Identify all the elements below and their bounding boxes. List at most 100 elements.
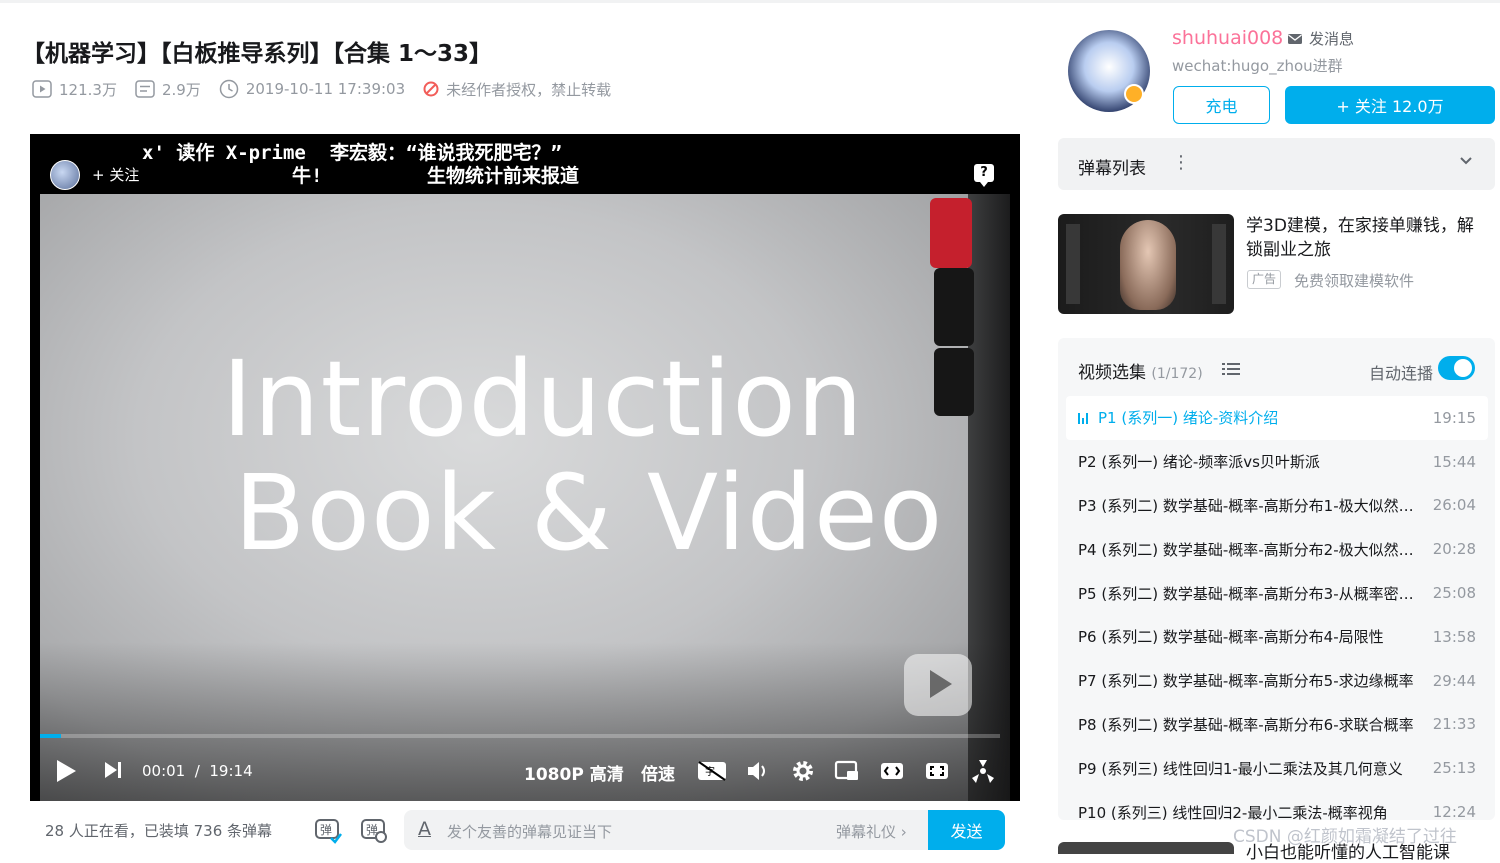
copyright-text: 未经作者授权，禁止转载 [446, 80, 612, 99]
episode-duration: 26:04 [1432, 496, 1476, 515]
episode-list-panel: 视频选集 (1/172) 自动连播 P1 (系列一) 绪论-资料介绍 19:15… [1058, 338, 1495, 820]
danmaku-settings-icon: 弹 [361, 819, 387, 843]
episode-item[interactable]: P9 (系列三) 线性回归1-最小二乘法及其几何意义 25:13 [1066, 746, 1488, 790]
next-episode-button[interactable] [104, 761, 122, 779]
player-controls: 00:01 / 19:14 1080P 高清 倍速 字 [30, 746, 1020, 796]
episode-name: P4 (系列二) 数学基础-概率-高斯分布2-极大似然估计 [1078, 540, 1429, 559]
uploader-avatar[interactable] [1068, 30, 1150, 112]
time-separator: / [190, 762, 205, 780]
episode-name: P10 (系列三) 线性回归2-最小二乘法-概率视角 [1078, 803, 1388, 820]
follow-button[interactable]: + 关注 12.0万 [1285, 86, 1495, 124]
whiteboard-marker [934, 268, 974, 346]
episode-item[interactable]: P5 (系列二) 数学基础-概率-高斯分布3-从概率密度角度 25:08 [1066, 571, 1488, 615]
ad-title[interactable]: 学3D建模，在家接单赚钱，解锁副业之旅 [1246, 214, 1486, 262]
danmaku-style-icon[interactable]: A [418, 818, 431, 840]
ad-image-panel [1212, 224, 1226, 304]
danmaku-send-bar: 28 人正在看，已装填 736 条弹幕 弹 弹 A 发个友善的弹幕见证当下 弹幕… [30, 808, 1020, 852]
episode-item[interactable]: P7 (系列二) 数学基础-概率-高斯分布5-求边缘概率 29:44 [1066, 659, 1488, 703]
danmaku-stat: 2.9万 [135, 79, 201, 100]
danmaku-count-icon [135, 80, 155, 98]
speed-selector[interactable]: 倍速 [641, 760, 675, 785]
danmaku-list-label: 弹幕列表 [1078, 159, 1146, 179]
danmaku-item: x' 读作 X-prime [142, 142, 306, 164]
publish-time-text: 2019-10-11 17:39:03 [245, 80, 406, 98]
progress-bar[interactable] [40, 734, 1000, 738]
whiteboard-eraser [930, 198, 972, 268]
copyright-note: 未经作者授权，禁止转载 [423, 79, 611, 100]
views-count: 121.3万 [59, 80, 117, 99]
player-uploader-avatar[interactable] [50, 160, 80, 190]
episode-name: P9 (系列三) 线性回归1-最小二乘法及其几何意义 [1078, 759, 1403, 778]
web-fullscreen-button[interactable] [924, 759, 950, 783]
danmaku-toggle[interactable]: 弹 [314, 816, 342, 844]
episode-item[interactable]: P3 (系列二) 数学基础-概率-高斯分布1-极大似然估计 26:04 [1066, 484, 1488, 528]
charge-button[interactable]: 充电 [1173, 86, 1270, 124]
fullscreen-button[interactable] [970, 758, 996, 784]
chevron-down-icon[interactable] [1459, 156, 1473, 166]
episode-count: (1/172) [1151, 366, 1203, 382]
episode-name: P6 (系列二) 数学基础-概率-高斯分布4-局限性 [1078, 628, 1384, 647]
gear-icon [793, 761, 813, 781]
episode-duration: 13:58 [1432, 627, 1476, 646]
volume-button[interactable] [746, 759, 770, 783]
quality-selector[interactable]: 1080P 高清 [524, 760, 624, 785]
watermark: CSDN @红颜如霜凝结了过往 [1233, 827, 1457, 847]
picture-in-picture-button[interactable] [834, 759, 860, 783]
views-stat: 121.3万 [32, 79, 117, 100]
subtitle-toggle[interactable]: 字 [696, 759, 728, 783]
volume-icon [748, 762, 765, 780]
danmaku-on-icon: 弹 [315, 819, 342, 844]
autoplay-toggle[interactable] [1438, 356, 1475, 380]
video-player[interactable]: Introduction Book & Video + 关注 ? x' 读作 X… [30, 134, 1020, 801]
ad-badge: 广告 [1247, 270, 1282, 289]
current-time: 00:01 [142, 762, 186, 780]
episode-item[interactable]: P4 (系列二) 数学基础-概率-高斯分布2-极大似然估计 20:28 [1066, 527, 1488, 571]
episode-name: P3 (系列二) 数学基础-概率-高斯分布1-极大似然估计 [1078, 496, 1429, 515]
autoplay-label: 自动连播 [1368, 364, 1433, 383]
slide-line-2: Book & Video [234, 452, 944, 574]
danmaku-settings[interactable]: 弹 [360, 816, 388, 844]
slide-line-1: Introduction [222, 338, 864, 460]
time-display: 00:01 / 19:14 [142, 762, 253, 780]
episode-item[interactable]: P1 (系列一) 绪论-资料介绍 19:15 [1066, 396, 1488, 440]
player-follow-button[interactable]: + 关注 [92, 164, 139, 185]
episode-item[interactable]: P8 (系列二) 数学基础-概率-高斯分布6-求联合概率 21:33 [1066, 703, 1488, 747]
ad-thumbnail[interactable] [1058, 214, 1234, 314]
publish-time: 2019-10-11 17:39:03 [219, 79, 405, 99]
episode-duration: 15:44 [1432, 452, 1476, 471]
clock-icon [219, 79, 239, 99]
send-message-label: 发消息 [1309, 30, 1355, 48]
uploader-name[interactable]: shuhuai008 [1172, 27, 1283, 49]
uploader-description: wechat:hugo_zhou进群 [1172, 57, 1343, 75]
danmaku-etiquette-link[interactable]: 弹幕礼仪 › [836, 821, 907, 842]
next-ad-thumbnail[interactable] [1058, 842, 1234, 854]
settings-button[interactable] [790, 758, 816, 784]
ad-subtitle[interactable]: 免费领取建模软件 [1294, 270, 1414, 291]
episode-item[interactable]: P10 (系列三) 线性回归2-最小二乘法-概率视角 12:24 [1066, 790, 1488, 820]
video-meta: 121.3万 2.9万 2019-10-11 17:39:03 未经作者授权，禁… [32, 78, 629, 100]
danmaku-item: 牛! [292, 165, 323, 187]
list-view-icon[interactable] [1222, 362, 1240, 376]
mail-icon [1288, 33, 1302, 44]
progress-fill [40, 734, 62, 738]
slide-text: Introduction Book & Video [222, 342, 943, 570]
verified-badge-icon [1124, 84, 1144, 104]
episode-duration: 21:33 [1432, 715, 1476, 734]
widescreen-button[interactable] [879, 759, 905, 783]
send-message-link[interactable]: 发消息 [1287, 28, 1354, 49]
help-icon[interactable]: ? [974, 164, 994, 187]
pip-icon [834, 760, 858, 780]
danmaku-input[interactable]: A 发个友善的弹幕见证当下 弹幕礼仪 › [404, 810, 1004, 850]
episode-item[interactable]: P2 (系列一) 绪论-频率派vs贝叶斯派 15:44 [1066, 440, 1488, 484]
bilibili-tv-icon [904, 654, 972, 716]
play-button[interactable] [54, 758, 78, 784]
episode-name: P7 (系列二) 数学基础-概率-高斯分布5-求边缘概率 [1078, 672, 1414, 691]
danmaku-list-panel[interactable]: 弹幕列表 ⋮ [1058, 138, 1495, 190]
episode-duration: 12:24 [1432, 803, 1476, 820]
episode-name: P8 (系列二) 数学基础-概率-高斯分布6-求联合概率 [1078, 715, 1414, 734]
episode-item[interactable]: P6 (系列二) 数学基础-概率-高斯分布4-局限性 13:58 [1066, 615, 1488, 659]
send-danmaku-button[interactable]: 发送 [928, 810, 1005, 850]
video-frame[interactable]: Introduction Book & Video [40, 194, 1010, 801]
episode-list-label: 视频选集 [1078, 363, 1146, 383]
more-options-icon[interactable]: ⋮ [1172, 152, 1190, 173]
